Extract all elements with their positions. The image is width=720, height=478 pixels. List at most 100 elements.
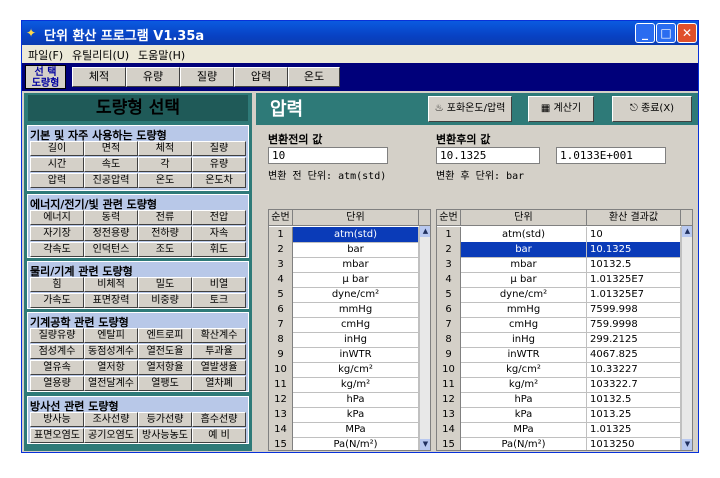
category-button[interactable]: 토크 xyxy=(192,293,246,308)
category-button[interactable]: 투과율 xyxy=(192,344,246,359)
category-button[interactable]: 시간 xyxy=(30,157,84,172)
result-cell: 1.01325E7 xyxy=(587,272,681,288)
scroll-up-icon[interactable]: ▲ xyxy=(682,226,692,237)
category-button[interactable]: 가속도 xyxy=(30,293,84,308)
category-button[interactable]: 압력 xyxy=(30,173,84,188)
panel-header: 압력 ♨ 포화온도/압력 ▦ 계산기 ⎋ 종료(X) xyxy=(256,93,698,125)
row-index: 15 xyxy=(437,437,461,450)
category-button[interactable]: 공기오염도 xyxy=(84,428,138,443)
category-button[interactable]: 전하량 xyxy=(138,226,192,241)
category-button[interactable]: 흡수선량 xyxy=(192,412,246,427)
category-button[interactable]: 방사능 xyxy=(30,412,84,427)
category-button[interactable]: 엔트로피 xyxy=(138,328,192,343)
nav-tab-pressure[interactable]: 압력 xyxy=(234,67,288,87)
category-button[interactable]: 정전용량 xyxy=(84,226,138,241)
category-button[interactable]: 열전도율 xyxy=(138,344,192,359)
category-button[interactable]: 열용량 xyxy=(30,376,84,391)
result-unit-list[interactable]: 순번 단위 환산 결과값 ▲ ▼ 1 atm(std) 10 2 bar 10.1325 3… xyxy=(436,209,693,451)
nav-tab-temperature[interactable]: 온도 xyxy=(288,67,340,87)
category-button[interactable]: 열저항 xyxy=(84,360,138,375)
category-button[interactable]: 비열 xyxy=(192,277,246,292)
unit-cell: μ bar xyxy=(293,272,419,288)
row-index: 2 xyxy=(269,242,293,258)
source-list-scrollbar[interactable]: ▲ ▼ xyxy=(419,226,430,450)
maximize-button[interactable]: □ xyxy=(656,23,676,43)
before-value-input[interactable]: 10 xyxy=(268,147,388,164)
category-button[interactable]: 유량 xyxy=(192,157,246,172)
nav-tab-volume[interactable]: 체적 xyxy=(72,67,126,87)
nav-tab-mass[interactable]: 질량 xyxy=(180,67,234,87)
category-button[interactable]: 열전달계수 xyxy=(84,376,138,391)
result-cell: 10.33227 xyxy=(587,362,681,378)
category-button[interactable]: 진공압력 xyxy=(84,173,138,188)
row-index: 9 xyxy=(437,347,461,363)
category-button[interactable]: 예 비 xyxy=(192,428,246,443)
exit-button[interactable]: ⎋ 종료(X) xyxy=(612,96,692,122)
before-unit-label: 변환 전 단위: atm(std) xyxy=(268,171,387,182)
category-button[interactable]: 길이 xyxy=(30,141,84,156)
category-button[interactable]: 휘도 xyxy=(192,242,246,257)
title-bar[interactable]: ✦ 단위 환산 프로그램 V1.35a _ □ ✕ xyxy=(22,21,698,45)
minimize-button[interactable]: _ xyxy=(635,23,655,43)
after-value-exp-field[interactable]: 1.0133E+001 xyxy=(556,147,666,164)
category-button[interactable]: 열팽도 xyxy=(138,376,192,391)
category-button[interactable]: 각 xyxy=(138,157,192,172)
calculator-icon: ▦ xyxy=(540,103,554,114)
close-button[interactable]: ✕ xyxy=(677,23,697,43)
source-unit-list[interactable]: 순번 단위 ▲ ▼ 1 atm(std) 2 bar 3 mbar 4 μ bar 5 dyne/… xyxy=(268,209,431,451)
category-button[interactable]: 비중량 xyxy=(138,293,192,308)
category-button[interactable]: 자기장 xyxy=(30,226,84,241)
header-index: 순번 xyxy=(437,210,461,226)
calculator-label: 계산기 xyxy=(553,103,582,114)
category-button[interactable]: 힘 xyxy=(30,277,84,292)
category-button[interactable]: 열발생율 xyxy=(192,360,246,375)
category-button[interactable]: 전류 xyxy=(138,210,192,225)
unit-cell: mmHg xyxy=(461,302,587,318)
category-button[interactable]: 에너지 xyxy=(30,210,84,225)
category-button[interactable]: 엔탈피 xyxy=(84,328,138,343)
category-button[interactable]: 체적 xyxy=(138,141,192,156)
category-button[interactable]: 인덕턴스 xyxy=(84,242,138,257)
category-button[interactable]: 조사선량 xyxy=(84,412,138,427)
category-button[interactable]: 열저항율 xyxy=(138,360,192,375)
row-index: 8 xyxy=(437,332,461,348)
calculator-button[interactable]: ▦ 계산기 xyxy=(528,96,594,122)
result-list-scrollbar[interactable]: ▲ ▼ xyxy=(681,226,692,450)
category-button[interactable]: 비체적 xyxy=(84,277,138,292)
category-button[interactable]: 온도 xyxy=(138,173,192,188)
category-button[interactable]: 각속도 xyxy=(30,242,84,257)
scroll-up-icon[interactable]: ▲ xyxy=(420,226,430,237)
unit-cell: atm(std) xyxy=(293,227,419,243)
category-button[interactable]: 밀도 xyxy=(138,277,192,292)
unit-cell: MPa xyxy=(293,422,419,438)
category-button[interactable]: 확산계수 xyxy=(192,328,246,343)
menu-help[interactable]: 도움말(H) xyxy=(138,47,185,63)
category-button[interactable]: 동력 xyxy=(84,210,138,225)
category-button[interactable]: 속도 xyxy=(84,157,138,172)
category-button[interactable]: 조도 xyxy=(138,242,192,257)
category-button[interactable]: 열유속 xyxy=(30,360,84,375)
category-button[interactable]: 온도차 xyxy=(192,173,246,188)
category-button[interactable]: 등가선량 xyxy=(138,412,192,427)
category-button[interactable]: 질량유량 xyxy=(30,328,84,343)
category-button[interactable]: 자속 xyxy=(192,226,246,241)
category-button[interactable]: 전압 xyxy=(192,210,246,225)
scroll-down-icon[interactable]: ▼ xyxy=(682,439,692,450)
after-value-field[interactable]: 10.1325 xyxy=(436,147,540,164)
category-button[interactable]: 면적 xyxy=(84,141,138,156)
menu-utility[interactable]: 유틸리티(U) xyxy=(72,47,129,63)
result-cell: 10132.5 xyxy=(587,257,681,273)
unit-cell: inWTR xyxy=(293,347,419,363)
nav-tab-flow[interactable]: 유량 xyxy=(126,67,180,87)
category-button[interactable]: 표면오염도 xyxy=(30,428,84,443)
category-button[interactable]: 점성계수 xyxy=(30,344,84,359)
category-button[interactable]: 열차폐 xyxy=(192,376,246,391)
scroll-down-icon[interactable]: ▼ xyxy=(420,439,430,450)
category-button[interactable]: 표면장력 xyxy=(84,293,138,308)
category-button[interactable]: 질량 xyxy=(192,141,246,156)
saturation-button[interactable]: ♨ 포화온도/압력 xyxy=(428,96,512,122)
category-button[interactable]: 동점성계수 xyxy=(84,344,138,359)
row-index: 3 xyxy=(437,257,461,273)
category-button[interactable]: 방사능농도 xyxy=(138,428,192,443)
menu-file[interactable]: 파일(F) xyxy=(28,47,63,63)
